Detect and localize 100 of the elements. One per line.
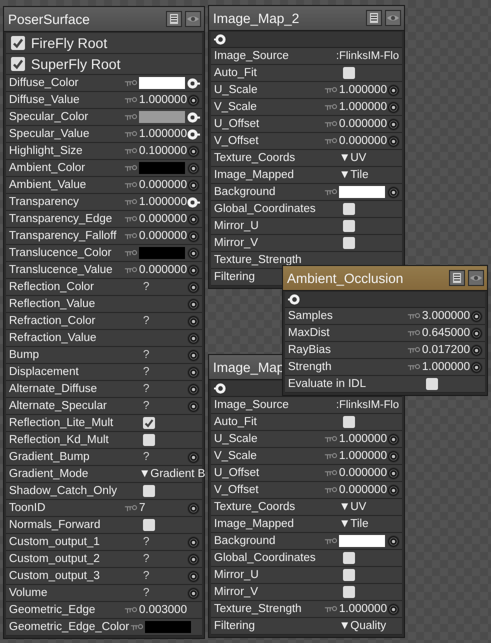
checkbox[interactable]: [343, 552, 355, 564]
key-icon[interactable]: [130, 624, 144, 630]
node-header[interactable]: Image_Map_2: [209, 6, 404, 31]
socket-icon[interactable]: [186, 502, 200, 514]
socket-icon[interactable]: [186, 450, 200, 464]
key-icon[interactable]: [124, 232, 138, 240]
list-icon[interactable]: [366, 10, 382, 26]
file-name[interactable]: :FlinksIM-Flo: [336, 50, 401, 62]
socket-icon[interactable]: [386, 602, 400, 616]
color-swatch[interactable]: [139, 77, 185, 89]
plug-icon[interactable]: [186, 128, 200, 140]
checkbox[interactable]: [143, 434, 155, 446]
dropdown[interactable]: ▼UV: [339, 501, 401, 513]
socket-icon[interactable]: [186, 570, 200, 582]
key-icon[interactable]: [324, 606, 338, 612]
key-icon[interactable]: [124, 182, 138, 188]
key-icon[interactable]: [124, 96, 138, 104]
node-header[interactable]: PoserSurface: [4, 7, 204, 32]
file-name[interactable]: :FlinksIM-Flo: [336, 399, 401, 411]
socket-icon[interactable]: [470, 360, 482, 374]
plug-icon[interactable]: [186, 110, 200, 124]
socket-icon[interactable]: [186, 298, 200, 310]
color-swatch[interactable]: [139, 247, 185, 259]
key-icon[interactable]: [407, 346, 421, 354]
socket-icon[interactable]: [386, 484, 400, 496]
socket-icon[interactable]: [386, 118, 400, 130]
socket-icon[interactable]: [186, 264, 200, 276]
key-icon[interactable]: [324, 486, 338, 494]
parameter-value[interactable]: 0.100000: [139, 145, 185, 157]
parameter-value[interactable]: 0.000000: [139, 264, 185, 276]
parameter-value[interactable]: 1.000000: [339, 433, 385, 445]
key-icon[interactable]: [124, 80, 138, 86]
dropdown[interactable]: ▼UV: [339, 152, 401, 164]
key-icon[interactable]: [324, 452, 338, 460]
key-icon[interactable]: [124, 250, 138, 256]
socket-icon[interactable]: [186, 144, 200, 158]
key-icon[interactable]: [407, 330, 421, 336]
socket-icon[interactable]: [186, 94, 200, 106]
socket-icon[interactable]: [186, 400, 200, 412]
parameter-value[interactable]: 1.000000: [339, 84, 385, 96]
key-icon[interactable]: [407, 312, 421, 320]
socket-icon[interactable]: [386, 432, 400, 446]
parameter-value[interactable]: 1.000000: [339, 450, 385, 462]
parameter-value[interactable]: 0.000000: [339, 467, 385, 479]
socket-icon[interactable]: [470, 326, 482, 340]
color-swatch[interactable]: [339, 186, 385, 198]
parameter-value[interactable]: 1.000000: [139, 196, 185, 208]
parameter-value[interactable]: 0.000000: [139, 213, 185, 225]
parameter-value[interactable]: 1.000000: [339, 603, 385, 615]
socket-icon[interactable]: [386, 534, 400, 548]
parameter-value[interactable]: 0.017200: [422, 344, 468, 356]
checkbox[interactable]: [143, 519, 155, 531]
socket-icon[interactable]: [386, 186, 400, 198]
socket-icon[interactable]: [186, 382, 200, 396]
socket-icon[interactable]: [386, 84, 400, 96]
key-icon[interactable]: [124, 198, 138, 206]
dropdown[interactable]: ▼Tile: [339, 518, 401, 530]
socket-icon[interactable]: [186, 536, 200, 548]
key-icon[interactable]: [324, 138, 338, 144]
eye-icon[interactable]: [385, 10, 401, 26]
parameter-value[interactable]: 0.000000: [339, 135, 385, 147]
checkbox[interactable]: [11, 36, 25, 50]
parameter-value[interactable]: 0.000000: [139, 230, 185, 242]
key-icon[interactable]: [324, 470, 338, 476]
key-icon[interactable]: [124, 266, 138, 274]
checkbox[interactable]: [343, 67, 355, 79]
socket-icon[interactable]: [186, 348, 200, 362]
socket-icon[interactable]: [386, 450, 400, 462]
socket-icon[interactable]: [386, 134, 400, 148]
color-swatch[interactable]: [139, 162, 185, 174]
socket-icon[interactable]: [186, 212, 200, 226]
parameter-value[interactable]: 1.000000: [339, 101, 385, 113]
socket-icon[interactable]: [186, 314, 200, 328]
key-icon[interactable]: [124, 148, 138, 154]
socket-icon[interactable]: [186, 586, 200, 600]
socket-icon[interactable]: [470, 344, 482, 356]
key-icon[interactable]: [124, 216, 138, 222]
color-swatch[interactable]: [139, 111, 185, 123]
key-icon[interactable]: [324, 104, 338, 110]
socket-icon[interactable]: [186, 162, 200, 174]
node-header[interactable]: Ambient_Occlusion: [283, 266, 487, 291]
key-icon[interactable]: [407, 364, 421, 370]
parameter-value[interactable]: 0.645000: [422, 327, 468, 339]
checkbox[interactable]: [343, 203, 355, 215]
checkbox[interactable]: [143, 485, 155, 497]
color-swatch[interactable]: [339, 535, 385, 547]
checkbox[interactable]: [343, 237, 355, 249]
list-icon[interactable]: [449, 270, 465, 286]
key-icon[interactable]: [324, 436, 338, 442]
socket-icon[interactable]: [186, 178, 200, 192]
dropdown[interactable]: ▼Tile: [339, 169, 401, 181]
parameter-value[interactable]: 0.000000: [139, 179, 185, 191]
socket-icon[interactable]: [386, 466, 400, 480]
socket-icon[interactable]: [386, 100, 400, 114]
socket-icon[interactable]: [186, 246, 200, 260]
parameter-value[interactable]: 3.000000: [422, 310, 468, 322]
output-plug-icon[interactable]: [214, 382, 227, 395]
key-icon[interactable]: [324, 86, 338, 94]
checkbox[interactable]: [343, 220, 355, 232]
parameter-value[interactable]: 0.003000: [139, 604, 185, 616]
